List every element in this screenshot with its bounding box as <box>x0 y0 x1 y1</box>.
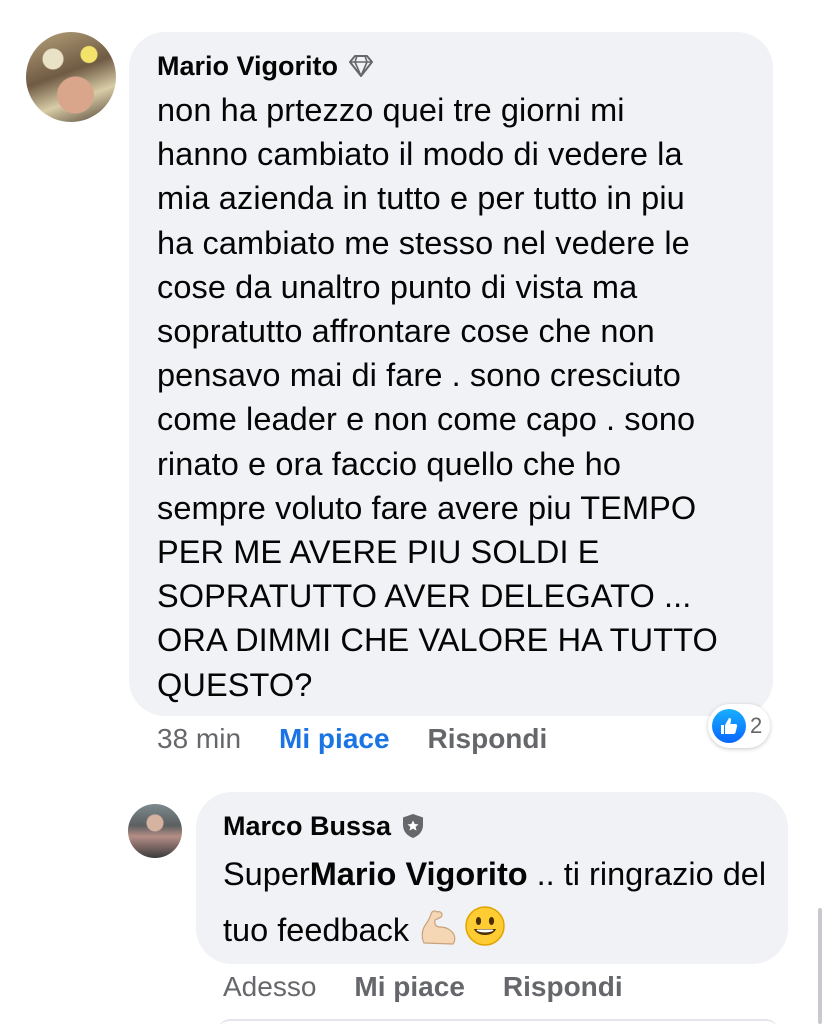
author-name-link[interactable]: Mario Vigorito <box>157 49 338 83</box>
comment-author: Mario Vigorito <box>157 49 374 83</box>
scrollbar[interactable] <box>818 908 822 1024</box>
smiling-face-emoji <box>465 906 505 946</box>
diamond-icon <box>349 55 374 77</box>
next-comment-edge <box>218 1019 778 1024</box>
like-icon <box>712 709 746 743</box>
like-button[interactable]: Mi piace <box>354 967 464 1007</box>
reply-author: Marco Bussa <box>223 809 425 843</box>
avatar[interactable] <box>26 32 116 122</box>
reply-button[interactable]: Rispondi <box>503 967 623 1007</box>
reaction-count: 2 <box>750 713 763 738</box>
comment-text: non ha prtezzo quei tre giorni mi hanno … <box>157 92 718 703</box>
like-button[interactable]: Mi piace <box>279 719 389 759</box>
shield-icon <box>403 814 424 838</box>
reply-actions: Adesso Mi piace Rispondi <box>223 967 623 1007</box>
author-name-link[interactable]: Marco Bussa <box>223 809 391 843</box>
comment-timestamp[interactable]: 38 min <box>157 719 241 759</box>
avatar[interactable] <box>128 804 182 858</box>
comments-thread: Mario Vigorito non ha prtezzo quei tre g… <box>0 0 831 1024</box>
mention-link[interactable]: Mario Vigorito <box>310 856 528 892</box>
reaction-summary[interactable]: 2 <box>708 704 771 748</box>
reply-text: SuperMario Vigorito .. ti ringrazio del … <box>223 846 783 958</box>
comment-actions: 38 min Mi piace Rispondi <box>157 719 547 759</box>
reply-timestamp[interactable]: Adesso <box>223 967 316 1007</box>
reply-button[interactable]: Rispondi <box>428 719 548 759</box>
flexed-biceps-emoji <box>421 910 456 945</box>
reply-text-prefix: Super <box>223 856 310 892</box>
